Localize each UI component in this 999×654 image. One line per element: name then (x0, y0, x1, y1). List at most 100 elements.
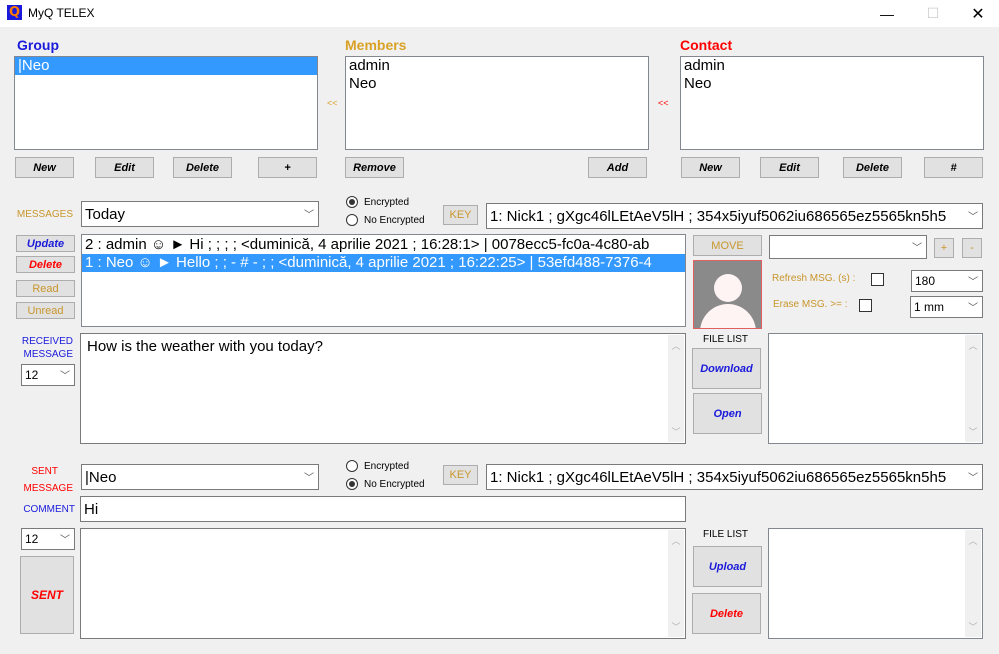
sent-key-select[interactable]: 1: Nick1 ; gXgc46lLEtAeV5lH ; 354x5iyuf5… (486, 464, 983, 490)
messages-encrypted-radio[interactable]: Encrypted (346, 196, 409, 208)
contact-heading: Contact (680, 37, 733, 53)
radio-dot (346, 478, 358, 490)
move-to-group-arrow[interactable]: << (327, 98, 338, 108)
sent-file-list-label: FILE LIST (703, 529, 749, 540)
refresh-interval-value: 180 (915, 274, 936, 288)
move-target-select[interactable]: ﹀ (769, 235, 927, 259)
chevron-down-icon: ﹀ (60, 370, 70, 382)
sent-encrypted-radio[interactable]: Encrypted (346, 460, 409, 472)
window-title: MyQ TELEX (28, 6, 95, 20)
sent-recipient-select[interactable]: |Neo ﹀ (81, 464, 319, 490)
scroll-down-icon[interactable]: ﹀ (668, 620, 684, 633)
refresh-interval-select[interactable]: 180 ﹀ (911, 270, 983, 292)
download-button[interactable]: Download (692, 348, 761, 389)
message-row[interactable]: 1 : Neo ☺ ► Hello ; ; - # - ; ; <duminic… (82, 254, 685, 272)
scrollbar[interactable]: ︿ ﹀ (668, 335, 684, 442)
minimize-icon: — (880, 5, 894, 22)
list-item[interactable]: admin (681, 57, 983, 75)
chevron-down-icon: ﹀ (912, 242, 922, 254)
members-add-button[interactable]: Add (588, 157, 647, 178)
erase-age-select[interactable]: 1 mm ﹀ (910, 296, 983, 318)
comment-value: Hi (84, 500, 99, 518)
delete-message-button[interactable]: Delete (16, 256, 75, 273)
radio-dot (346, 214, 358, 226)
scroll-up-icon[interactable]: ︿ (965, 534, 981, 547)
remove-folder-button[interactable]: - (962, 238, 982, 258)
list-item[interactable]: Neo (346, 75, 648, 93)
upload-button[interactable]: Upload (693, 546, 762, 587)
messages-filter-value: Today (85, 205, 126, 223)
sent-font-size-select[interactable]: 12 ﹀ (21, 528, 75, 550)
messages-label: MESSAGES (16, 209, 73, 220)
sent-key-value: 1: Nick1 ; gXgc46lLEtAeV5lH ; 354x5iyuf5… (490, 468, 947, 486)
scroll-down-icon[interactable]: ﹀ (965, 620, 981, 633)
mark-unread-button[interactable]: Unread (16, 302, 75, 319)
contact-edit-button[interactable]: Edit (760, 157, 819, 178)
maximize-button[interactable]: ☐ (910, 0, 956, 27)
contact-hash-button[interactable]: # (924, 157, 983, 178)
sent-message-input[interactable]: ︿ ﹀ (80, 528, 686, 639)
group-list[interactable]: |Neo (14, 56, 318, 150)
list-item[interactable]: admin (346, 57, 648, 75)
scroll-up-icon[interactable]: ︿ (668, 534, 684, 547)
group-delete-button[interactable]: Delete (173, 157, 232, 178)
sent-file-list[interactable]: ︿ ﹀ (768, 528, 983, 639)
group-add-button[interactable]: + (258, 157, 317, 178)
chevron-down-icon: ﹀ (968, 211, 978, 223)
scroll-up-icon[interactable]: ︿ (965, 339, 981, 352)
group-new-button[interactable]: New (15, 157, 74, 178)
add-folder-button[interactable]: + (934, 238, 954, 258)
group-heading: Group (17, 37, 59, 53)
avatar-body-icon (700, 304, 756, 328)
contact-delete-button[interactable]: Delete (843, 157, 902, 178)
members-remove-button[interactable]: Remove (345, 157, 404, 178)
received-font-size-value: 12 (25, 368, 39, 382)
sent-key-button[interactable]: KEY (443, 465, 478, 485)
message-list[interactable]: 2 : admin ☺ ► Hi ; ; ; ; <duminică, 4 ap… (81, 234, 686, 327)
messages-key-value: 1: Nick1 ; gXgc46lLEtAeV5lH ; 354x5iyuf5… (490, 207, 947, 225)
chevron-down-icon: ﹀ (60, 534, 70, 546)
scroll-up-icon[interactable]: ︿ (668, 339, 684, 352)
list-item[interactable]: Neo (681, 75, 983, 93)
group-edit-button[interactable]: Edit (95, 157, 154, 178)
members-heading: Members (345, 37, 407, 53)
update-button[interactable]: Update (16, 235, 75, 252)
received-file-list[interactable]: ︿ ﹀ (768, 333, 983, 444)
received-message-text[interactable]: How is the weather with you today? ︿ ﹀ (80, 333, 686, 444)
scroll-down-icon[interactable]: ﹀ (668, 425, 684, 438)
close-icon: ✕ (971, 5, 985, 23)
scroll-down-icon[interactable]: ﹀ (965, 425, 981, 438)
received-font-size-select[interactable]: 12 ﹀ (21, 364, 75, 386)
messages-key-select[interactable]: 1: Nick1 ; gXgc46lLEtAeV5lH ; 354x5iyuf5… (486, 203, 983, 229)
radio-dot (346, 196, 358, 208)
mark-read-button[interactable]: Read (16, 280, 75, 297)
chevron-down-icon: ﹀ (968, 302, 978, 314)
avatar (693, 260, 762, 329)
scrollbar[interactable]: ︿ ﹀ (965, 530, 981, 637)
list-item[interactable]: |Neo (15, 57, 317, 75)
sent-no-encrypted-radio[interactable]: No Encrypted (346, 478, 425, 490)
close-button[interactable]: ✕ (955, 0, 999, 27)
open-button[interactable]: Open (693, 393, 762, 434)
refresh-checkbox[interactable] (871, 273, 884, 286)
message-row[interactable]: 2 : admin ☺ ► Hi ; ; ; ; <duminică, 4 ap… (82, 236, 685, 254)
messages-key-button[interactable]: KEY (443, 205, 478, 225)
chevron-down-icon: ﹀ (304, 472, 314, 484)
move-to-members-arrow[interactable]: << (658, 98, 669, 108)
send-button[interactable]: SENT (20, 556, 74, 634)
members-list[interactable]: admin Neo (345, 56, 649, 150)
move-button[interactable]: MOVE (693, 235, 762, 256)
sent-font-size-value: 12 (25, 532, 39, 546)
messages-no-encrypted-radio[interactable]: No Encrypted (346, 214, 425, 226)
erase-label: Erase MSG. >= : (773, 299, 848, 310)
messages-filter-select[interactable]: Today ﹀ (81, 201, 319, 227)
scrollbar[interactable]: ︿ ﹀ (965, 335, 981, 442)
contact-new-button[interactable]: New (681, 157, 740, 178)
minimize-button[interactable]: — (864, 0, 910, 27)
comment-label: COMMENT (23, 504, 75, 515)
contact-list[interactable]: admin Neo (680, 56, 984, 150)
comment-input[interactable]: Hi (80, 496, 686, 522)
scrollbar[interactable]: ︿ ﹀ (668, 530, 684, 637)
erase-checkbox[interactable] (859, 299, 872, 312)
delete-file-button[interactable]: Delete (692, 593, 761, 634)
